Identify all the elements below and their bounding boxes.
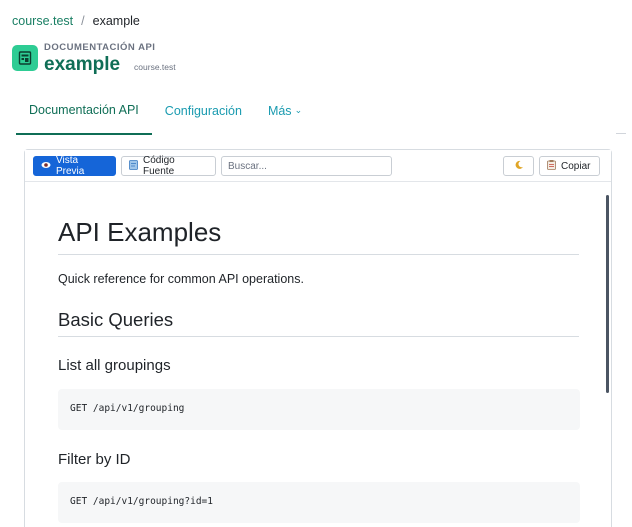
tab-bar-divider <box>616 133 626 134</box>
heading-divider <box>58 254 579 255</box>
page-title-meta: course.test <box>134 62 176 72</box>
tab-label: Más <box>267 103 292 118</box>
source-button-label: Código Fuente <box>143 155 175 177</box>
breadcrumb-course-link[interactable]: course.test <box>12 14 73 28</box>
breadcrumb-current: example <box>92 14 140 28</box>
doc-section-heading: Filter by ID <box>58 451 131 468</box>
copy-button-label: Copiar <box>561 160 591 172</box>
breadcrumb: course.test / example <box>12 14 140 28</box>
api-doc-icon <box>12 45 38 71</box>
clipboard-icon <box>547 160 556 172</box>
code-block: GET /api/v1/grouping?id=1 <box>58 482 580 523</box>
preview-button-label: Vista Previa <box>56 155 85 177</box>
preview-button[interactable]: Vista Previa <box>33 155 116 177</box>
tab-api-documentation[interactable]: Documentación API <box>16 86 152 135</box>
tab-more[interactable]: Más ⌄ <box>255 86 315 135</box>
doc-heading-2: Basic Queries <box>58 309 174 330</box>
page-subtitle: DOCUMENTACIÓN API <box>44 42 156 53</box>
doc-heading-1: API Examples <box>58 217 222 247</box>
code-block: GET /api/v1/grouping <box>58 389 580 430</box>
theme-toggle-button[interactable] <box>503 156 534 176</box>
source-button[interactable]: Código Fuente <box>121 155 216 177</box>
search-input[interactable] <box>221 156 392 176</box>
breadcrumb-separator: / <box>81 14 85 28</box>
tab-bar: Documentación API Configuración Más ⌄ <box>16 86 624 135</box>
eye-icon <box>41 161 51 171</box>
page-title: example <box>44 54 121 75</box>
doc-toolbar: Vista Previa Código Fuente Copiar <box>25 150 611 182</box>
tab-label: Configuración <box>164 103 242 118</box>
code-file-icon <box>129 160 138 172</box>
copy-button[interactable]: Copiar <box>539 156 600 176</box>
doc-panel: Vista Previa Código Fuente Copiar API Ex… <box>24 149 612 527</box>
doc-section-heading: List all groupings <box>58 357 171 374</box>
page-header: DOCUMENTACIÓN API example course.test <box>12 42 176 76</box>
tab-configuration[interactable]: Configuración <box>152 86 255 135</box>
heading-divider <box>58 336 579 337</box>
tab-label: Documentación API <box>29 102 139 117</box>
doc-intro-paragraph: Quick reference for common API operation… <box>58 272 304 286</box>
doc-scrollbar[interactable] <box>606 195 609 393</box>
chevron-down-icon: ⌄ <box>294 105 303 115</box>
moon-icon <box>514 160 524 173</box>
